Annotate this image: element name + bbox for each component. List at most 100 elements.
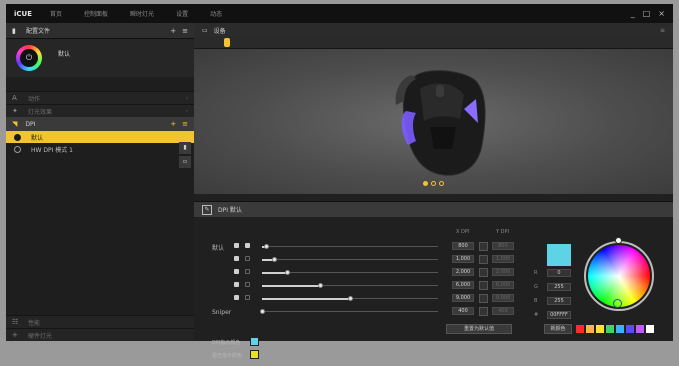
profiles-menu-icon[interactable]: ≡: [182, 27, 188, 35]
pager-dot[interactable]: [423, 181, 428, 186]
stage-icons: [234, 269, 250, 274]
sniper-indicator-swatch[interactable]: [250, 350, 259, 359]
radio-icon: [14, 145, 21, 153]
dpi-slider-track[interactable]: [262, 259, 438, 260]
x-dpi-input[interactable]: 400: [452, 307, 474, 315]
preset-color-swatch[interactable]: [616, 325, 624, 333]
x-dpi-input[interactable]: 800: [452, 242, 474, 250]
y-dpi-input[interactable]: 6,000: [492, 281, 514, 289]
stage-color-icon[interactable]: [245, 269, 250, 274]
minimize-button[interactable]: _: [631, 9, 635, 18]
section-hardware-lighting[interactable]: + 硬件灯光: [6, 328, 194, 341]
section-lighting[interactable]: ✦ 灯光效果 ›: [6, 104, 194, 117]
window-controls: _ □ ×: [631, 9, 665, 18]
hue-knob[interactable]: [615, 237, 622, 244]
dpi-slider-knob[interactable]: [348, 296, 353, 301]
preset-color-swatch[interactable]: [596, 325, 604, 333]
link-xy-checkbox[interactable]: [479, 294, 488, 303]
y-dpi-input[interactable]: 9,000: [492, 294, 514, 302]
x-dpi-input[interactable]: 6,000: [452, 281, 474, 289]
stage-color-icon[interactable]: [245, 282, 250, 287]
dpi-menu-icon[interactable]: ≡: [182, 120, 188, 128]
dpi-list-item-hw[interactable]: HW DPI 模式 1: [6, 143, 194, 155]
link-xy-checkbox[interactable]: [479, 307, 488, 316]
dpi-slider-knob[interactable]: [272, 257, 278, 262]
profile-rgb-icon: ⏻: [16, 45, 42, 71]
x-dpi-input[interactable]: 9,000: [452, 294, 474, 302]
dpi-list-item-default[interactable]: 默认: [6, 131, 194, 143]
close-button[interactable]: ×: [658, 9, 665, 18]
y-dpi-input[interactable]: 400: [492, 307, 514, 315]
keyboard-icon: ▭: [202, 26, 208, 34]
stage-color-icon[interactable]: [245, 243, 250, 248]
preset-color-swatch[interactable]: [646, 325, 654, 333]
y-dpi-input[interactable]: 800: [492, 242, 514, 250]
edit-icon[interactable]: ✎: [202, 204, 212, 215]
b-input[interactable]: 255: [547, 297, 571, 305]
dpi-slider-track[interactable]: [262, 311, 438, 312]
stage-color-icon[interactable]: [245, 256, 250, 261]
dpi-settings-header: ✎ DPI 默认: [194, 201, 673, 217]
link-xy-checkbox[interactable]: [479, 242, 488, 251]
copy-icon[interactable]: ▮: [179, 142, 191, 154]
stage-icons: [234, 282, 250, 287]
hex-input[interactable]: 00FFFF: [547, 311, 571, 319]
dpi-slider-knob[interactable]: [260, 309, 265, 314]
dpi-slider-fill: [262, 284, 321, 287]
dpi-indicator-swatch[interactable]: [250, 337, 259, 346]
device-menu-icon[interactable]: ≡: [660, 27, 665, 34]
x-dpi-input[interactable]: 2,000: [452, 268, 474, 276]
dpi-slider-knob[interactable]: [318, 283, 324, 288]
stage-enable-icon[interactable]: [234, 243, 239, 248]
current-profile[interactable]: ⏻ 默认: [6, 39, 194, 77]
dpi-slider-track[interactable]: [262, 246, 438, 247]
profiles-header: ▮ 配置文件 + ≡: [6, 23, 194, 39]
preset-color-swatch[interactable]: [606, 325, 614, 333]
x-dpi-input[interactable]: 1,000: [452, 255, 474, 263]
hex-label: #: [534, 312, 539, 318]
y-dpi-input[interactable]: 2,000: [492, 268, 514, 276]
chevron-right-icon: ›: [185, 107, 188, 115]
nav-dashboard[interactable]: 控制面板: [84, 9, 108, 18]
delete-icon[interactable]: ▫: [179, 156, 191, 168]
x-dpi-header: X DPI: [456, 229, 470, 235]
y-dpi-input[interactable]: 1,000: [492, 255, 514, 263]
preset-color-swatch[interactable]: [636, 325, 644, 333]
stage-color-icon[interactable]: [245, 295, 250, 300]
stage-enable-icon[interactable]: [234, 256, 239, 261]
section-dpi[interactable]: ◥ DPI + ≡: [6, 117, 194, 131]
link-xy-checkbox[interactable]: [479, 281, 488, 290]
g-input[interactable]: 255: [547, 283, 571, 291]
section-actions[interactable]: A 动作 ›: [6, 91, 194, 104]
pager-dot[interactable]: [431, 181, 436, 186]
color-selector[interactable]: [613, 299, 622, 308]
r-input[interactable]: 0: [547, 269, 571, 277]
stage-enable-icon[interactable]: [234, 269, 239, 274]
color-wheel[interactable]: [588, 245, 650, 307]
pager-dot[interactable]: [439, 181, 444, 186]
link-xy-checkbox[interactable]: [479, 268, 488, 277]
new-color-button[interactable]: 新颜色: [544, 324, 572, 334]
add-dpi-button[interactable]: +: [170, 120, 176, 128]
nav-settings[interactable]: 设置: [176, 9, 188, 18]
dpi-slider-knob[interactable]: [284, 270, 290, 275]
dpi-slider-knob[interactable]: [263, 244, 269, 249]
section-performance[interactable]: ☷ 性能: [6, 315, 194, 328]
maximize-button[interactable]: □: [643, 9, 651, 18]
preset-color-swatch[interactable]: [586, 325, 594, 333]
main-panel: ▭ 设备 ≡ ✎ DPI 默认 X DPI Y DPI 默认 Sniper 重置…: [194, 23, 673, 359]
add-profile-button[interactable]: +: [170, 27, 176, 35]
reset-default-button[interactable]: 重置为默认值: [446, 324, 512, 334]
mouse-device-tab[interactable]: [224, 38, 230, 47]
stage-enable-icon[interactable]: [234, 282, 239, 287]
preset-color-swatch[interactable]: [626, 325, 634, 333]
stage-enable-icon[interactable]: [234, 295, 239, 300]
stage-icons: [234, 295, 250, 300]
device-stage: [194, 49, 673, 194]
link-xy-checkbox[interactable]: [479, 255, 488, 264]
nav-instant-lighting[interactable]: 瞬时灯光: [130, 9, 154, 18]
nav-home[interactable]: 首页: [50, 9, 62, 18]
nav-feed[interactable]: 动态: [210, 9, 222, 18]
preset-color-swatch[interactable]: [576, 325, 584, 333]
side-toolbar: ▮ ▫: [179, 142, 193, 172]
